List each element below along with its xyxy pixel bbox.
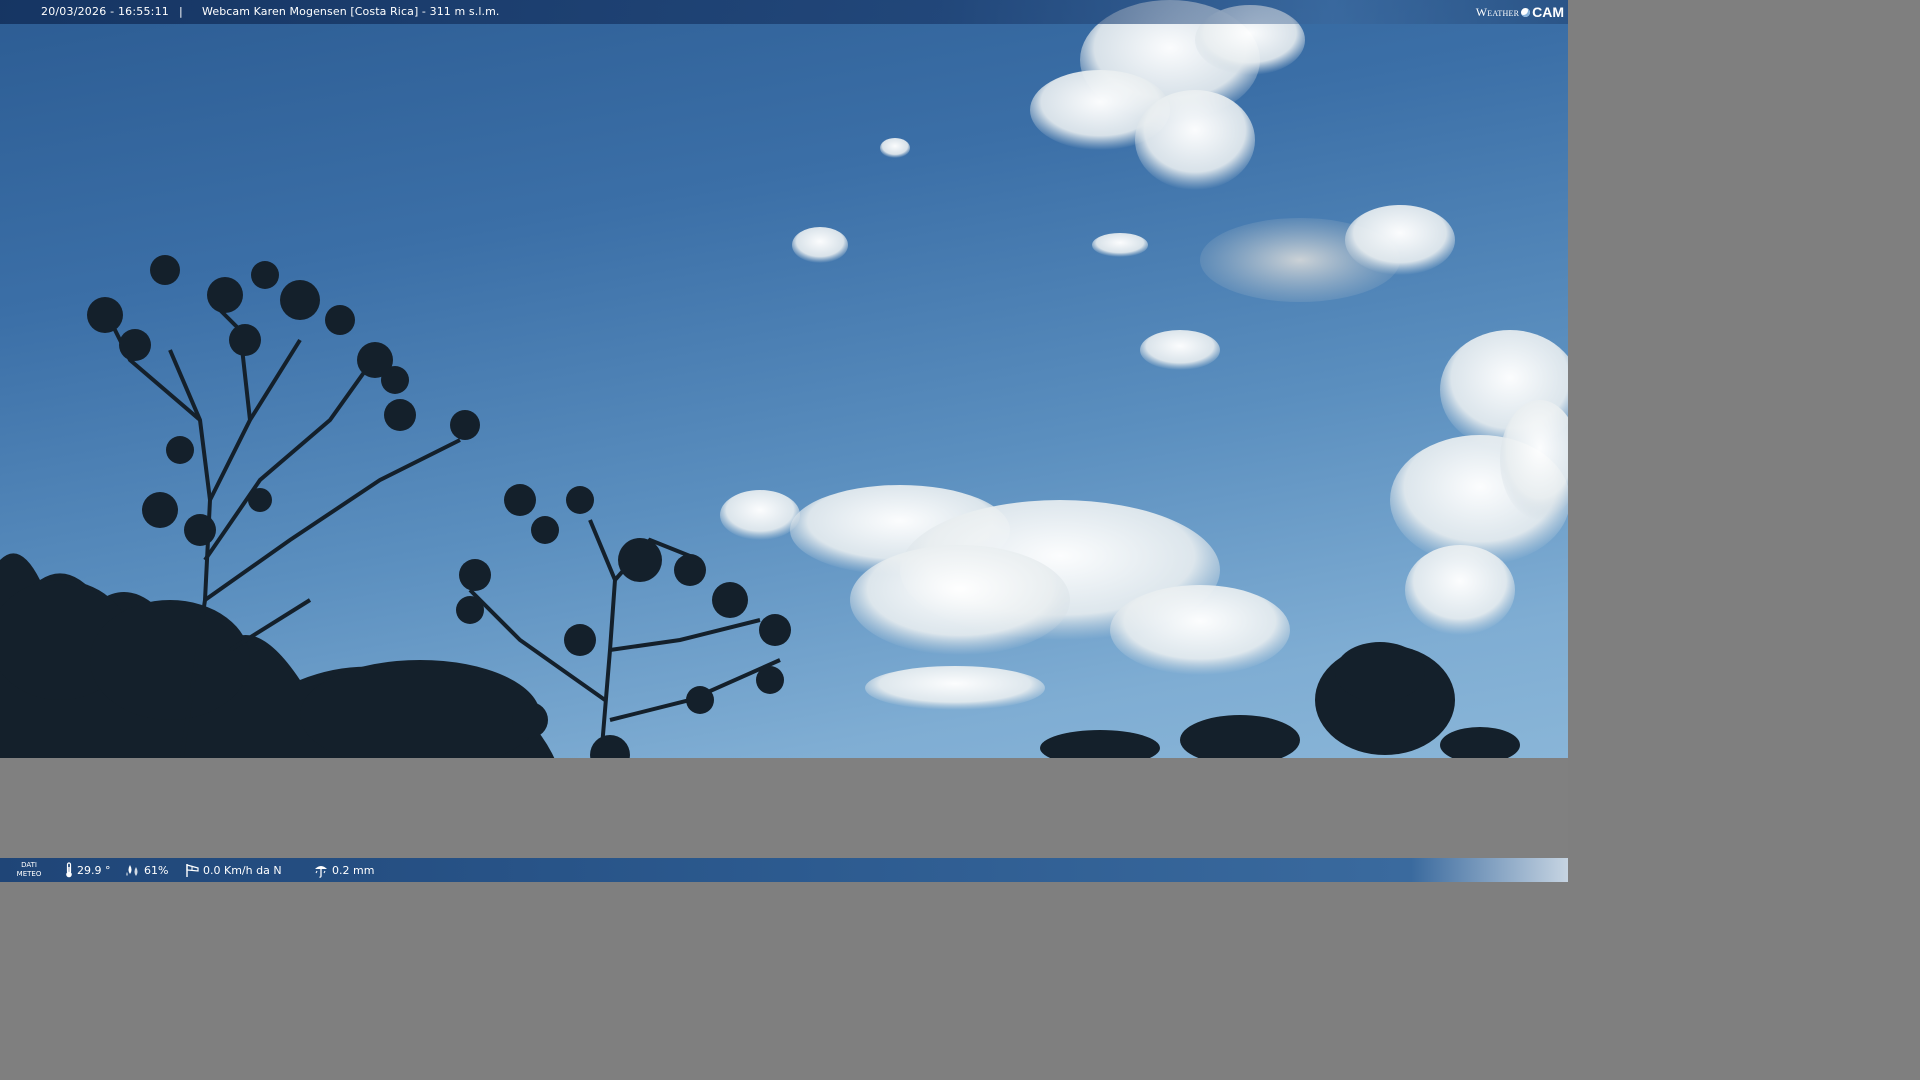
webcam-scene (0, 0, 1568, 771)
rain-value: 0.2 mm (332, 863, 375, 877)
rain-reading: 0.2 mm (313, 858, 374, 882)
dati-meteo-label: DATI METEO (13, 861, 45, 879)
cloud (792, 227, 848, 263)
bottom-meteo-bar: DATI METEO 29.9 ° 61% 0.0 Km/h da N 0.2 … (0, 858, 1568, 882)
wind-reading: 0.0 Km/h da N (184, 858, 282, 882)
webcam-frame: 20/03/2026 - 16:55:11 | Webcam Karen Mog… (0, 0, 1568, 882)
cloud (720, 485, 1290, 710)
webcam-title: Webcam Karen Mogensen [Costa Rica] - 311… (202, 5, 500, 18)
wind-sock-icon (186, 864, 199, 877)
brand-cam-text: CAM (1532, 4, 1564, 20)
humidity-value: 61% (144, 863, 169, 877)
thermometer-icon (66, 862, 72, 878)
dati-label-line2: METEO (16, 870, 42, 878)
cloud (1200, 205, 1455, 302)
separator: | (179, 5, 183, 18)
datetime-label: 20/03/2026 - 16:55:11 (41, 5, 169, 18)
cloud (880, 138, 910, 158)
temperature-value: 29.9 ° (77, 863, 111, 877)
image-gray-area (0, 758, 1568, 858)
humidity-drops-icon (126, 865, 138, 876)
temperature-reading: 29.9 ° (64, 858, 111, 882)
cloud (1030, 0, 1305, 190)
cloud (1390, 330, 1568, 635)
cloud (1140, 330, 1220, 370)
cloud (1092, 233, 1148, 257)
wind-value: 0.0 Km/h da N (203, 863, 282, 877)
webcam-image (0, 0, 1568, 771)
brand-weather-text: Weather (1475, 5, 1520, 19)
humidity-reading: 61% (125, 858, 168, 882)
top-info-bar: 20/03/2026 - 16:55:11 | Webcam Karen Mog… (0, 0, 1568, 24)
weathercam-logo: Weather CAM (1476, 2, 1564, 22)
dati-label-line1: DATI (21, 861, 37, 869)
rain-gauge-icon (315, 866, 327, 878)
brand-globe-icon (1521, 7, 1531, 17)
